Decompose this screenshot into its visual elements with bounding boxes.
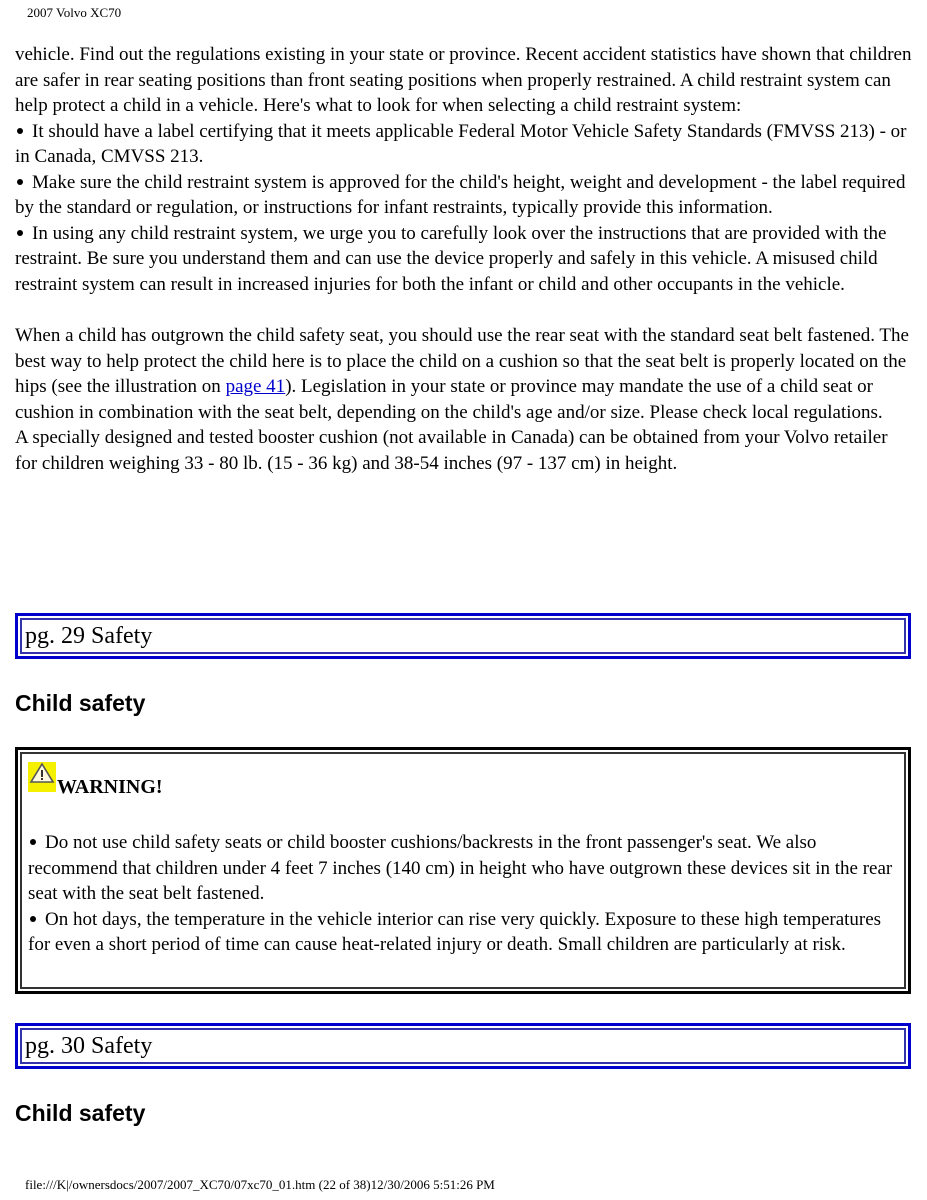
warning-title: WARNING! [57, 776, 163, 798]
bullet-text: In using any child restraint system, we … [15, 222, 887, 295]
bullet-text: Make sure the child restraint system is … [15, 171, 906, 219]
main-content: vehicle. Find out the regulations existi… [15, 42, 912, 476]
page-marker-label: pg. 30 Safety [20, 1028, 906, 1064]
bullet-icon [17, 229, 23, 236]
section-heading: Child safety [15, 690, 146, 716]
section-heading: Child safety [15, 1100, 146, 1126]
intro-bullet-item: It should have a label certifying that i… [15, 119, 912, 170]
warning-box: WARNING! Do not use child safety seats o… [15, 747, 911, 994]
warning-bullet-item: On hot days, the temperature in the vehi… [28, 907, 898, 958]
page-marker-box: pg. 30 Safety [15, 1023, 911, 1069]
intro-paragraph: vehicle. Find out the regulations existi… [15, 44, 912, 116]
warning-title-row: WARNING! [28, 762, 898, 798]
warning-body: Do not use child safety seats or child b… [28, 830, 898, 958]
warning-triangle-icon [28, 762, 56, 792]
page-41-link[interactable]: page 41 [226, 376, 286, 397]
bullet-icon [30, 839, 36, 846]
bullet-text: On hot days, the temperature in the vehi… [28, 908, 882, 956]
booster-paragraph: A specially designed and tested booster … [15, 427, 888, 474]
warning-bullet-item: Do not use child safety seats or child b… [28, 830, 898, 907]
intro-bullet-item: In using any child restraint system, we … [15, 221, 912, 298]
page-marker-box: pg. 29 Safety [15, 613, 911, 659]
document-header: 2007 Volvo XC70 [27, 5, 122, 20]
footer-file-path: file:///K|/ownersdocs/2007/2007_XC70/07x… [25, 1177, 495, 1192]
warning-inner: WARNING! Do not use child safety seats o… [20, 752, 906, 989]
bullet-icon [30, 915, 36, 922]
page-marker-label: pg. 29 Safety [20, 618, 906, 654]
bullet-icon [17, 127, 23, 134]
outgrown-paragraph: When a child has outgrown the child safe… [15, 323, 912, 425]
bullet-icon [17, 178, 23, 185]
bullet-text: Do not use child safety seats or child b… [28, 832, 893, 904]
intro-bullet-item: Make sure the child restraint system is … [15, 170, 912, 221]
bullet-text: It should have a label certifying that i… [15, 120, 907, 168]
